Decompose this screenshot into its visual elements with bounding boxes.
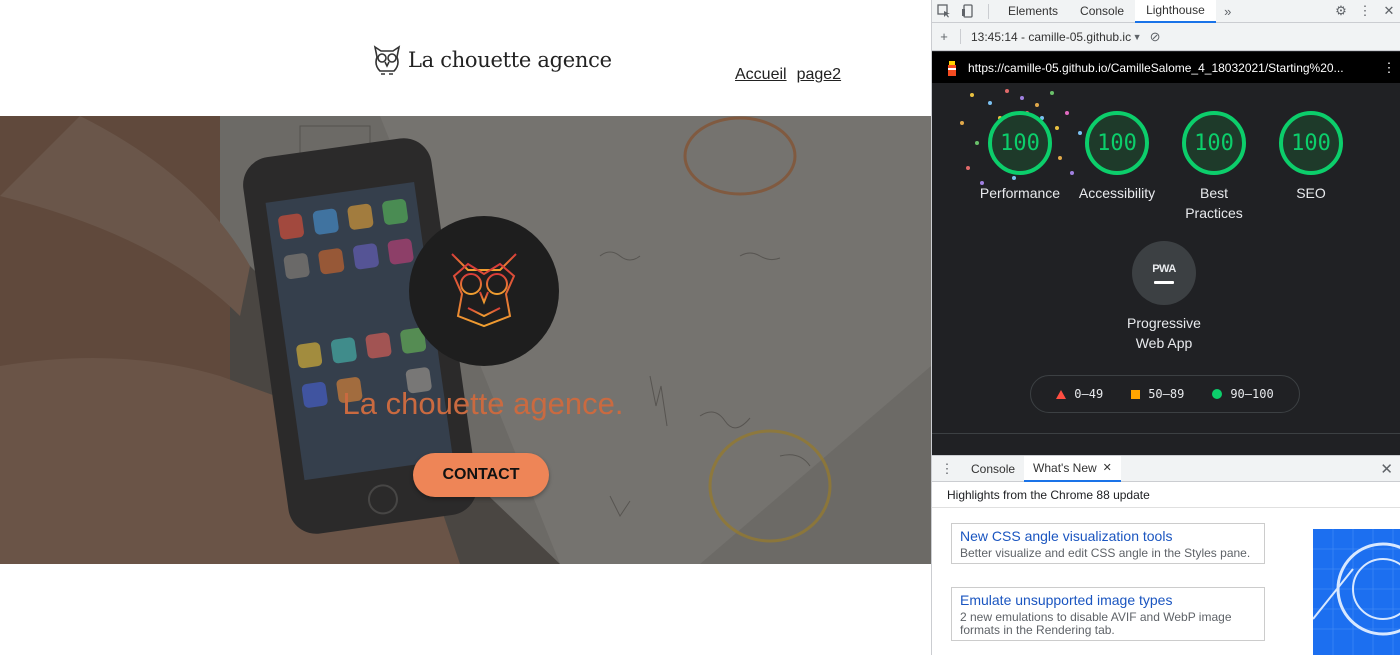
drawer-tabs: ⋮ Console What's New ✕ ✕ — [932, 455, 1400, 482]
tab-elements[interactable]: Elements — [997, 0, 1069, 23]
logo-text: La chouette agence — [408, 48, 612, 72]
divider — [932, 433, 1400, 434]
score-best-practices: 100 — [1182, 111, 1246, 175]
whats-new-illustration — [1313, 529, 1400, 655]
feature-description: Better visualize and edit CSS angle in t… — [960, 546, 1251, 560]
score-accessibility: 100 — [1085, 111, 1149, 175]
more-tabs-icon[interactable]: » — [1216, 0, 1240, 23]
site-nav: Accueil page2 — [735, 66, 841, 84]
device-toolbar-icon[interactable] — [956, 0, 980, 23]
legend-average: 50–89 — [1148, 387, 1185, 401]
nav-link-accueil[interactable]: Accueil — [735, 66, 787, 84]
pass-circle-icon — [1212, 389, 1223, 399]
average-square-icon — [1131, 389, 1141, 399]
label-pwa: Progressive Web App — [1127, 315, 1201, 351]
close-tab-icon[interactable]: ✕ — [1103, 461, 1112, 474]
score-seo: 100 — [1279, 111, 1343, 175]
report-url: https://camille-05.github.io/CamilleSalo… — [968, 60, 1344, 75]
devtools-drawer: ⋮ Console What's New ✕ ✕ Highlights from… — [932, 455, 1400, 655]
site-logo[interactable]: La chouette agence — [372, 43, 612, 77]
website-viewport: La chouette agence Accueil page2 La chou… — [0, 0, 931, 655]
close-devtools-icon[interactable]: ✕ — [1377, 0, 1400, 23]
feature-title[interactable]: Emulate unsupported image types — [960, 592, 1256, 609]
lighthouse-url-bar: https://camille-05.github.io/CamilleSalo… — [932, 52, 1400, 83]
inspect-element-icon[interactable] — [932, 0, 956, 23]
label-performance: Performance — [979, 185, 1061, 201]
label-accessibility: Accessibility — [1078, 185, 1156, 201]
lighthouse-icon — [948, 60, 956, 76]
new-report-plus-icon[interactable]: + — [932, 25, 956, 48]
pwa-badge-icon: PWA — [1132, 241, 1196, 305]
lighthouse-scores: 100 Performance 100 Accessibility 100 Be… — [932, 83, 1400, 455]
drawer-tab-whats-new-label: What's New — [1033, 460, 1097, 475]
feature-title[interactable]: New CSS angle visualization tools — [960, 528, 1256, 545]
gauge-performance[interactable]: 100 Performance — [970, 111, 1070, 203]
gauge-pwa[interactable]: PWA Progressive Web App — [1114, 241, 1214, 353]
tab-console[interactable]: Console — [1069, 0, 1135, 23]
label-best-practices: Best Practices — [1185, 185, 1243, 221]
legend-fail: 0–49 — [1074, 387, 1104, 401]
fail-triangle-icon — [1056, 389, 1067, 399]
lighthouse-report-bar: + 13:45:14 - camille-05.github.ic ▼ ⊘ — [932, 23, 1400, 51]
report-select-dropdown[interactable]: 13:45:14 - camille-05.github.ic — [971, 30, 1131, 44]
close-drawer-icon[interactable]: ✕ — [1380, 460, 1393, 478]
kebab-menu-icon[interactable]: ⋮ — [1353, 0, 1377, 23]
legend-pass: 90–100 — [1230, 387, 1274, 401]
label-seo: SEO — [1296, 185, 1326, 201]
owl-icon — [451, 253, 517, 331]
gauge-best-practices[interactable]: 100 Best Practices — [1164, 111, 1264, 223]
feature-card[interactable]: Emulate unsupported image types 2 new em… — [951, 587, 1265, 641]
hero-owl-badge — [409, 216, 559, 366]
chevron-down-icon[interactable]: ▼ — [1131, 25, 1143, 48]
feature-card[interactable]: New CSS angle visualization tools Better… — [951, 523, 1265, 564]
devtools-panel: Elements Console Lighthouse » ⚙ ⋮ ✕ + 13… — [931, 0, 1400, 655]
hero-section: La chouette agence. CONTACT — [0, 116, 931, 564]
drawer-tab-whats-new[interactable]: What's New ✕ — [1024, 455, 1121, 482]
drawer-tab-console[interactable]: Console — [962, 456, 1024, 482]
clear-block-icon[interactable]: ⊘ — [1143, 25, 1167, 48]
owl-logo-icon — [373, 45, 401, 75]
gauge-seo[interactable]: 100 SEO — [1261, 111, 1361, 203]
site-header: La chouette agence Accueil page2 — [0, 0, 931, 116]
nav-link-page2[interactable]: page2 — [797, 66, 842, 84]
settings-gear-icon[interactable]: ⚙ — [1329, 0, 1353, 23]
report-menu-icon[interactable]: ⋮ — [1377, 56, 1400, 79]
gauge-accessibility[interactable]: 100 Accessibility — [1067, 111, 1167, 203]
tab-lighthouse[interactable]: Lighthouse — [1135, 0, 1216, 23]
contact-button[interactable]: CONTACT — [413, 453, 549, 497]
drawer-menu-icon[interactable]: ⋮ — [932, 457, 962, 480]
score-performance: 100 — [988, 111, 1052, 175]
devtools-toolbar: Elements Console Lighthouse » ⚙ ⋮ ✕ — [932, 0, 1400, 23]
whats-new-heading: Highlights from the Chrome 88 update — [932, 482, 1400, 508]
hero-title: La chouette agence. — [342, 386, 624, 421]
score-legend: 0–49 50–89 90–100 — [1030, 375, 1300, 413]
feature-description: 2 new emulations to disable AVIF and Web… — [960, 610, 1232, 637]
